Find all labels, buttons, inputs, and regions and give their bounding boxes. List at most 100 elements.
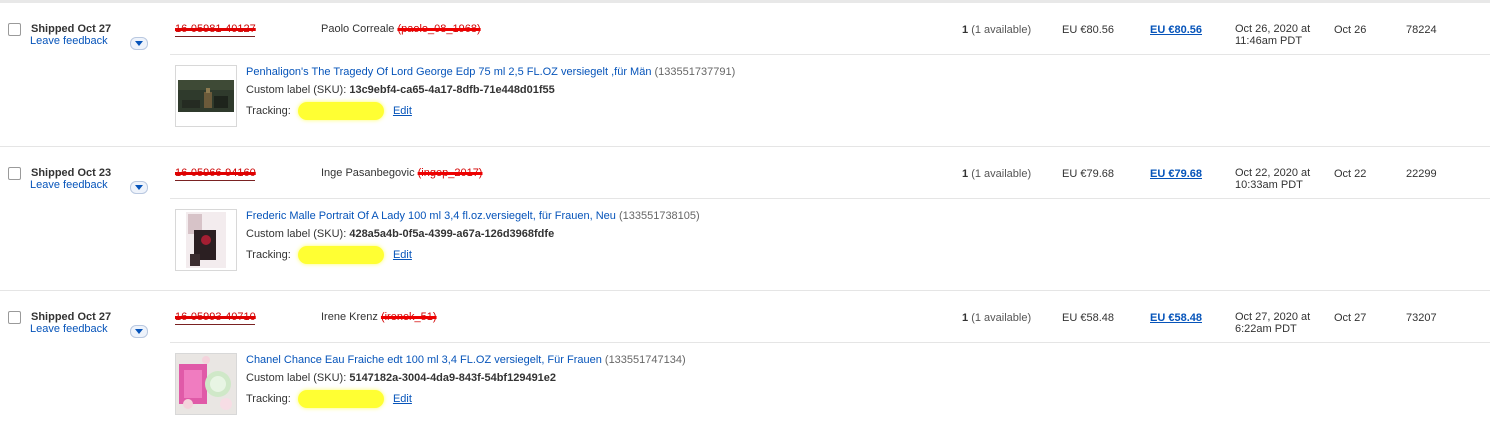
select-checkbox[interactable] [8, 23, 21, 36]
order-number-link[interactable]: 16-05981-40127 [175, 23, 256, 35]
buyer-username-link[interactable]: (paolo_08_1968) [397, 23, 480, 35]
order-row: Shipped Oct 27 Leave feedback 16-05993-4… [0, 291, 1490, 435]
sku-line: Custom label (SKU): 428a5a4b-0f5a-4399-a… [246, 228, 554, 240]
sale-date-line2: 6:22am PDT [1235, 323, 1297, 335]
buyer-info: Inge Pasanbegovic (ingep_2017) [321, 167, 482, 179]
row-divider [170, 342, 1490, 343]
paid-date: Oct 26 [1334, 24, 1367, 36]
sale-date-line2: 11:46am PDT [1235, 35, 1303, 47]
edit-tracking-link[interactable]: Edit [393, 393, 412, 405]
item-price: EU €80.56 [1062, 24, 1114, 36]
edit-tracking-link[interactable]: Edit [393, 249, 412, 261]
buyer-username-link[interactable]: (ingep_2017) [418, 167, 483, 179]
tracking-number-redacted [297, 102, 384, 120]
item-title-link[interactable]: Chanel Chance Eau Fraiche edt 100 ml 3,4… [246, 354, 602, 366]
perfume-product-image [176, 354, 236, 414]
buyer-info: Irene Krenz (irenek_51) [321, 311, 437, 323]
item-id: (133551747134) [604, 354, 686, 366]
item-title-link[interactable]: Penhaligon's The Tragedy Of Lord George … [246, 66, 651, 78]
item-thumbnail[interactable] [175, 209, 237, 271]
tracking-line: Tracking: Edit [246, 102, 412, 120]
available-count: (1 available) [971, 312, 1032, 324]
order-total-link[interactable]: EU €58.48 [1150, 312, 1202, 324]
buyer-username-link[interactable]: (irenek_51) [381, 311, 437, 323]
order-number-link[interactable]: 16-05993-40710 [175, 311, 256, 323]
shipping-status: Shipped Oct 27 [31, 23, 112, 35]
quantity-cell: 1 (1 available) [962, 24, 1031, 36]
tracking-line: Tracking: Edit [246, 390, 412, 408]
leave-feedback-link[interactable]: Leave feedback [30, 179, 108, 191]
item-thumbnail[interactable] [175, 353, 237, 415]
order-row: Shipped Oct 23 Leave feedback 16-05966-9… [0, 147, 1490, 291]
actions-dropdown-button[interactable] [130, 37, 148, 50]
edit-tracking-link[interactable]: Edit [393, 105, 412, 117]
item-title-link[interactable]: Frederic Malle Portrait Of A Lady 100 ml… [246, 210, 616, 222]
postal-code: 73207 [1406, 312, 1437, 324]
order-row: Shipped Oct 27 Leave feedback 16-05981-4… [0, 3, 1490, 147]
paid-date: Oct 27 [1334, 312, 1367, 324]
order-total-link[interactable]: EU €79.68 [1150, 168, 1202, 180]
quantity-value: 1 [962, 24, 969, 36]
quantity-cell: 1 (1 available) [962, 168, 1031, 180]
sale-date-line2: 10:33am PDT [1235, 179, 1303, 191]
select-checkbox[interactable] [8, 167, 21, 180]
sku-line: Custom label (SKU): 13c9ebf4-ca65-4a17-8… [246, 84, 555, 96]
item-id: (133551737791) [654, 66, 736, 78]
item-price: EU €79.68 [1062, 168, 1114, 180]
quantity-value: 1 [962, 168, 969, 180]
tracking-line: Tracking: Edit [246, 246, 412, 264]
sku-value: 428a5a4b-0f5a-4399-a67a-126d3968fdfe [349, 228, 555, 240]
sku-value: 5147182a-3004-4da9-843f-54bf129491e2 [349, 372, 557, 384]
item-title: Frederic Malle Portrait Of A Lady 100 ml… [246, 210, 700, 222]
leave-feedback-link[interactable]: Leave feedback [30, 35, 108, 47]
sku-value: 13c9ebf4-ca65-4a17-8dfb-71e448d01f55 [349, 84, 555, 96]
tracking-number-redacted [297, 246, 384, 264]
perfume-product-image [176, 66, 236, 126]
shipping-status: Shipped Oct 23 [31, 167, 112, 179]
tracking-label: Tracking: [246, 104, 291, 117]
item-price: EU €58.48 [1062, 312, 1114, 324]
chevron-down-icon [135, 185, 143, 190]
sku-label: Custom label (SKU): [246, 372, 347, 384]
order-number-link[interactable]: 16-05966-94160 [175, 167, 256, 179]
buyer-name: Irene Krenz [321, 311, 378, 323]
sku-line: Custom label (SKU): 5147182a-3004-4da9-8… [246, 372, 556, 384]
sale-date: Oct 27, 2020 at 6:22am PDT [1235, 311, 1310, 335]
leave-feedback-link[interactable]: Leave feedback [30, 323, 108, 335]
chevron-down-icon [135, 329, 143, 334]
buyer-name: Inge Pasanbegovic [321, 167, 415, 179]
paid-date: Oct 22 [1334, 168, 1367, 180]
perfume-product-image [176, 210, 236, 270]
chevron-down-icon [135, 41, 143, 46]
order-number-underline [175, 324, 255, 325]
order-number-underline [175, 36, 255, 37]
postal-code: 78224 [1406, 24, 1437, 36]
sku-label: Custom label (SKU): [246, 84, 347, 96]
buyer-name: Paolo Correale [321, 23, 395, 35]
quantity-value: 1 [962, 312, 969, 324]
quantity-cell: 1 (1 available) [962, 312, 1031, 324]
sale-date: Oct 26, 2020 at 11:46am PDT [1235, 23, 1310, 47]
sale-date-line1: Oct 27, 2020 at [1235, 311, 1311, 323]
sku-label: Custom label (SKU): [246, 228, 347, 240]
sale-date: Oct 22, 2020 at 10:33am PDT [1235, 167, 1310, 191]
postal-code: 22299 [1406, 168, 1437, 180]
actions-dropdown-button[interactable] [130, 325, 148, 338]
tracking-label: Tracking: [246, 392, 291, 405]
order-total-link[interactable]: EU €80.56 [1150, 24, 1202, 36]
select-checkbox[interactable] [8, 311, 21, 324]
item-thumbnail[interactable] [175, 65, 237, 127]
buyer-info: Paolo Correale (paolo_08_1968) [321, 23, 481, 35]
shipping-status: Shipped Oct 27 [31, 311, 112, 323]
sale-date-line1: Oct 22, 2020 at [1235, 167, 1311, 179]
order-number-underline [175, 180, 255, 181]
tracking-number-redacted [297, 390, 384, 408]
available-count: (1 available) [971, 168, 1032, 180]
item-title: Penhaligon's The Tragedy Of Lord George … [246, 66, 735, 78]
tracking-label: Tracking: [246, 248, 291, 261]
row-divider [170, 198, 1490, 199]
actions-dropdown-button[interactable] [130, 181, 148, 194]
item-title: Chanel Chance Eau Fraiche edt 100 ml 3,4… [246, 354, 686, 366]
item-id: (133551738105) [618, 210, 700, 222]
row-divider [170, 54, 1490, 55]
